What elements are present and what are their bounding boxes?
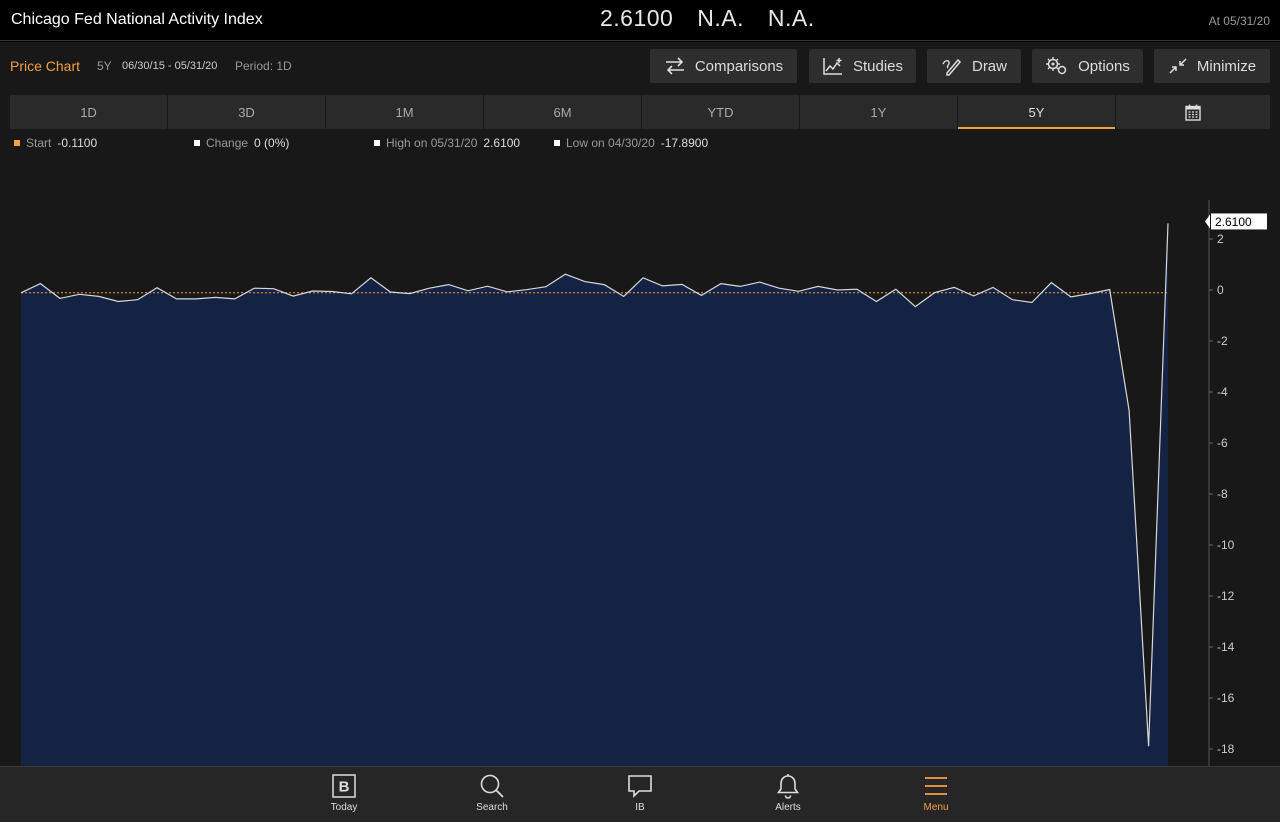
stat-high: High on 05/31/20 2.6100 [374, 136, 520, 150]
gears-icon [1046, 57, 1067, 75]
svg-text:B: B [339, 779, 350, 796]
price-chart-label: Price Chart [10, 58, 81, 74]
studies-button[interactable]: Studies [809, 49, 916, 83]
nav-ib[interactable]: IB [600, 772, 680, 818]
stat-change: Change 0 (0%) [194, 136, 289, 150]
y-tick-label: -6 [1217, 436, 1228, 450]
header-bar: Chicago Fed National Activity Index 2.61… [0, 0, 1280, 41]
main-panel: Price Chart 5Y 06/30/15 - 05/31/20 Perio… [0, 42, 1280, 766]
minimize-button[interactable]: Minimize [1154, 49, 1270, 83]
nav-alerts[interactable]: Alerts [748, 772, 828, 818]
last-value-pointer [1205, 214, 1210, 229]
legend-swatch [14, 140, 20, 146]
nav-search[interactable]: Search [452, 772, 532, 818]
pencil-icon [942, 58, 962, 76]
minimize-arrows-icon [1169, 58, 1187, 74]
y-tick-label: 2 [1217, 232, 1224, 246]
legend-swatch [194, 140, 200, 146]
stats-row: Start -0.1100 Change 0 (0%) High on 05/3… [0, 136, 1280, 152]
price-quote: 2.6100 N.A. N.A. [600, 5, 832, 32]
bloomberg-b-icon: B [332, 774, 356, 798]
pct-change: N.A. [767, 5, 815, 31]
draw-button[interactable]: Draw [927, 49, 1021, 83]
tab-5y[interactable]: 5Y [958, 95, 1115, 129]
options-button[interactable]: Options [1032, 49, 1143, 83]
y-tick-label: -2 [1217, 334, 1228, 348]
tab-1m[interactable]: 1M [326, 95, 483, 129]
y-tick-label: -8 [1217, 487, 1228, 501]
nav-menu[interactable]: Menu [896, 772, 976, 818]
bottom-nav: B Today Search IB Alerts Menu [0, 766, 1280, 822]
nav-today[interactable]: B Today [304, 772, 384, 818]
tab-6m[interactable]: 6M [484, 95, 641, 129]
chat-bubble-icon [628, 775, 652, 798]
price-chart[interactable]: 20-2-4-6-8-10-12-14-16-182.6100JJASONDJF… [0, 152, 1280, 766]
date-range: 06/30/15 - 05/31/20 [122, 60, 218, 72]
y-tick-label: -10 [1217, 538, 1235, 552]
tab-1d[interactable]: 1D [10, 95, 167, 129]
as-of-date: At 05/31/20 [1208, 14, 1270, 28]
range-indicator: 5Y [97, 59, 112, 73]
last-price: 2.6100 [600, 5, 674, 31]
security-title: Chicago Fed National Activity Index [11, 11, 263, 28]
hamburger-menu-icon [925, 777, 947, 795]
stat-low: Low on 04/30/20 -17.8900 [554, 136, 708, 150]
search-icon [480, 774, 504, 798]
tab-1y[interactable]: 1Y [800, 95, 957, 129]
range-tabs: 1D 3D 1M 6M YTD 1Y 5Y [10, 95, 1270, 129]
y-tick-label: -16 [1217, 691, 1235, 705]
swap-arrows-icon [665, 57, 684, 75]
period-label: Period: 1D [235, 59, 292, 73]
net-change: N.A. [697, 5, 744, 31]
tab-ytd[interactable]: YTD [642, 95, 799, 129]
stat-start: Start -0.1100 [14, 136, 97, 150]
chart-toolbar: Price Chart 5Y 06/30/15 - 05/31/20 Perio… [0, 42, 1280, 92]
y-tick-label: 0 [1217, 283, 1224, 297]
legend-swatch [554, 140, 560, 146]
y-tick-label: -4 [1217, 385, 1228, 399]
bell-icon [776, 774, 800, 799]
tab-calendar[interactable] [1116, 95, 1270, 129]
y-tick-label: -18 [1217, 742, 1235, 756]
y-tick-label: -12 [1217, 589, 1235, 603]
tab-3d[interactable]: 3D [168, 95, 325, 129]
calendar-icon [1185, 104, 1201, 121]
y-tick-label: -14 [1217, 640, 1235, 654]
comparisons-button[interactable]: Comparisons [650, 49, 797, 83]
line-chart-icon [823, 58, 842, 75]
area-fill [21, 223, 1168, 766]
last-value-label: 2.6100 [1215, 215, 1252, 229]
legend-swatch [374, 140, 380, 146]
